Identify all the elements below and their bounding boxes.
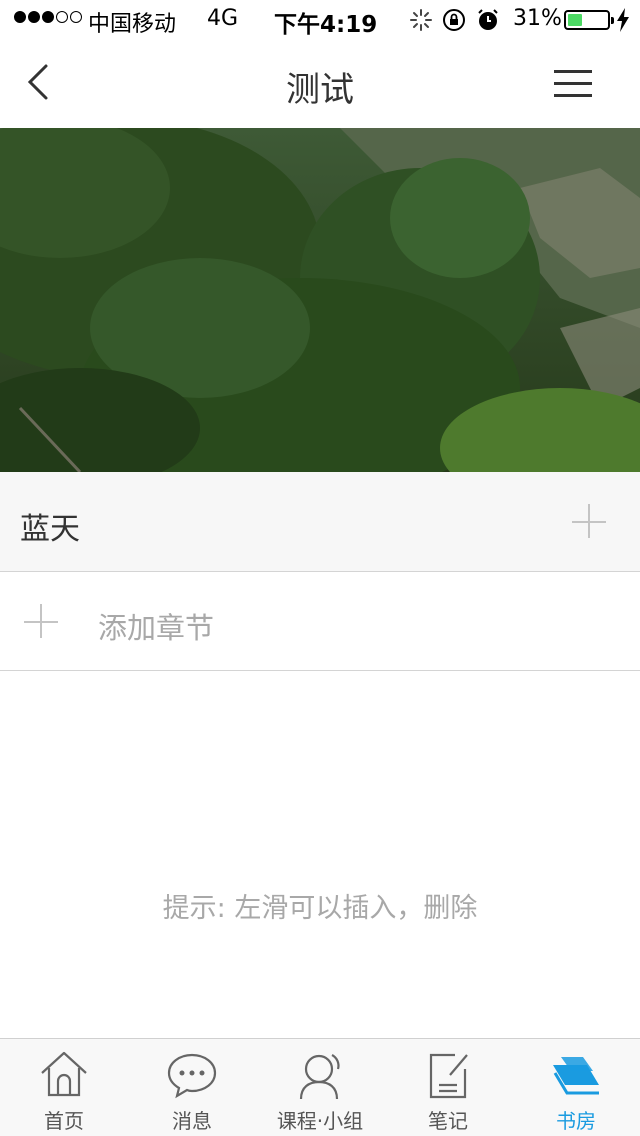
note-edit-icon [429, 1053, 468, 1099]
tab-label: 首页 [44, 1109, 84, 1133]
carrier-name: 中国移动 [88, 12, 177, 37]
home-icon [41, 1051, 87, 1097]
tab-messages[interactable]: 消息 [128, 1039, 256, 1136]
user-group-icon [299, 1054, 340, 1100]
chapter-title: 蓝天 [20, 512, 80, 547]
tab-courses-groups[interactable]: 课程·小组 [256, 1039, 384, 1136]
tab-notes[interactable]: 笔记 [384, 1039, 512, 1136]
chat-bubble-icon [167, 1053, 217, 1099]
battery-icon [564, 10, 614, 30]
chapter-row[interactable]: 蓝天 [0, 472, 640, 572]
status-icons [410, 8, 500, 32]
tab-label: 课程·小组 [276, 1109, 364, 1133]
tab-label: 书房 [556, 1109, 596, 1133]
tab-label: 消息 [172, 1109, 212, 1133]
tab-label: 笔记 [428, 1109, 468, 1133]
battery-percent: 31% [513, 6, 562, 31]
status-time: 下午4:19 [274, 12, 378, 38]
activity-spinner-icon [410, 9, 432, 31]
plus-icon [24, 604, 60, 640]
navigation-bar: 测试 [0, 40, 640, 128]
status-bar: 中国移动 4G 下午4:19 31% [0, 0, 640, 40]
orientation-lock-icon [443, 9, 465, 31]
plus-icon[interactable] [572, 504, 608, 540]
hamburger-menu-icon[interactable] [554, 66, 598, 100]
page-title: 测试 [286, 70, 354, 110]
hint-text: 提示: 左滑可以插入，删除 [162, 893, 478, 924]
tab-home[interactable]: 首页 [0, 1039, 128, 1136]
add-section-label: 添加章节 [98, 611, 215, 645]
add-section-button[interactable]: 添加章节 [0, 572, 640, 671]
alarm-icon [478, 9, 498, 30]
tab-study[interactable]: 书房 [512, 1039, 640, 1136]
signal-strength-icon [14, 11, 82, 23]
cover-image [0, 128, 640, 472]
tab-bar: 首页 消息 课程·小组 笔记 书房 [0, 1038, 640, 1136]
network-type: 4G [207, 6, 239, 31]
charging-bolt-icon [617, 8, 629, 32]
books-stack-icon [553, 1057, 599, 1095]
